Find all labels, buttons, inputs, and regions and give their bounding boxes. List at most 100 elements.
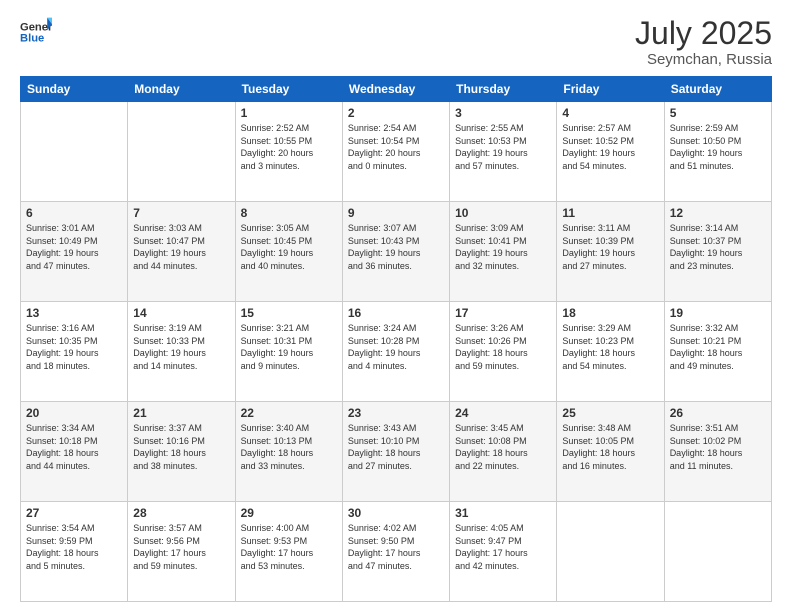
table-row: 20 Sunrise: 3:34 AM Sunset: 10:18 PM Dayl…	[21, 402, 128, 502]
table-row: 15 Sunrise: 3:21 AM Sunset: 10:31 PM Dayl…	[235, 302, 342, 402]
day-info: Sunrise: 3:16 AM Sunset: 10:35 PM Daylig…	[26, 322, 122, 372]
table-row	[128, 102, 235, 202]
month-title: July 2025	[635, 16, 772, 51]
logo-icon: General Blue	[20, 16, 52, 48]
day-info: Sunrise: 3:48 AM Sunset: 10:05 PM Daylig…	[562, 422, 658, 472]
day-number: 18	[562, 306, 658, 320]
table-row: 14 Sunrise: 3:19 AM Sunset: 10:33 PM Dayl…	[128, 302, 235, 402]
day-info: Sunrise: 3:34 AM Sunset: 10:18 PM Daylig…	[26, 422, 122, 472]
day-number: 29	[241, 506, 337, 520]
calendar-week-row: 1 Sunrise: 2:52 AM Sunset: 10:55 PM Dayli…	[21, 102, 772, 202]
title-block: July 2025 Seymchan, Russia	[635, 16, 772, 68]
logo: General Blue	[20, 16, 52, 48]
table-row: 25 Sunrise: 3:48 AM Sunset: 10:05 PM Dayl…	[557, 402, 664, 502]
day-info: Sunrise: 2:54 AM Sunset: 10:54 PM Daylig…	[348, 122, 444, 172]
day-info: Sunrise: 3:21 AM Sunset: 10:31 PM Daylig…	[241, 322, 337, 372]
day-info: Sunrise: 3:29 AM Sunset: 10:23 PM Daylig…	[562, 322, 658, 372]
day-info: Sunrise: 3:51 AM Sunset: 10:02 PM Daylig…	[670, 422, 766, 472]
day-info: Sunrise: 2:57 AM Sunset: 10:52 PM Daylig…	[562, 122, 658, 172]
table-row	[21, 102, 128, 202]
table-row: 26 Sunrise: 3:51 AM Sunset: 10:02 PM Dayl…	[664, 402, 771, 502]
day-number: 19	[670, 306, 766, 320]
table-row: 12Sunrise: 3:14 AM Sunset: 10:37 PM Dayl…	[664, 202, 771, 302]
day-number: 2	[348, 106, 444, 120]
table-row: 3 Sunrise: 2:55 AM Sunset: 10:53 PM Dayli…	[450, 102, 557, 202]
day-number: 25	[562, 406, 658, 420]
header-monday: Monday	[128, 77, 235, 102]
day-number: 15	[241, 306, 337, 320]
day-number: 20	[26, 406, 122, 420]
calendar-week-row: 6Sunrise: 3:01 AM Sunset: 10:49 PM Dayli…	[21, 202, 772, 302]
day-number: 23	[348, 406, 444, 420]
day-number: 31	[455, 506, 551, 520]
day-info: Sunrise: 3:54 AM Sunset: 9:59 PM Dayligh…	[26, 522, 122, 572]
header-wednesday: Wednesday	[342, 77, 449, 102]
header-tuesday: Tuesday	[235, 77, 342, 102]
day-info: Sunrise: 3:24 AM Sunset: 10:28 PM Daylig…	[348, 322, 444, 372]
table-row: 6Sunrise: 3:01 AM Sunset: 10:49 PM Dayli…	[21, 202, 128, 302]
header: General Blue July 2025 Seymchan, Russia	[20, 16, 772, 68]
day-number: 5	[670, 106, 766, 120]
table-row: 2 Sunrise: 2:54 AM Sunset: 10:54 PM Dayli…	[342, 102, 449, 202]
day-number: 24	[455, 406, 551, 420]
weekday-header-row: Sunday Monday Tuesday Wednesday Thursday…	[21, 77, 772, 102]
day-number: 7	[133, 206, 229, 220]
day-number: 17	[455, 306, 551, 320]
day-number: 1	[241, 106, 337, 120]
day-info: Sunrise: 3:11 AM Sunset: 10:39 PM Daylig…	[562, 222, 658, 272]
day-info: Sunrise: 3:19 AM Sunset: 10:33 PM Daylig…	[133, 322, 229, 372]
day-number: 13	[26, 306, 122, 320]
table-row: 1 Sunrise: 2:52 AM Sunset: 10:55 PM Dayli…	[235, 102, 342, 202]
day-info: Sunrise: 2:52 AM Sunset: 10:55 PM Daylig…	[241, 122, 337, 172]
table-row: 9Sunrise: 3:07 AM Sunset: 10:43 PM Dayli…	[342, 202, 449, 302]
table-row: 21 Sunrise: 3:37 AM Sunset: 10:16 PM Dayl…	[128, 402, 235, 502]
table-row: 23 Sunrise: 3:43 AM Sunset: 10:10 PM Dayl…	[342, 402, 449, 502]
day-info: Sunrise: 3:32 AM Sunset: 10:21 PM Daylig…	[670, 322, 766, 372]
header-sunday: Sunday	[21, 77, 128, 102]
table-row: 22 Sunrise: 3:40 AM Sunset: 10:13 PM Dayl…	[235, 402, 342, 502]
day-info: Sunrise: 3:45 AM Sunset: 10:08 PM Daylig…	[455, 422, 551, 472]
day-info: Sunrise: 4:00 AM Sunset: 9:53 PM Dayligh…	[241, 522, 337, 572]
table-row: 5 Sunrise: 2:59 AM Sunset: 10:50 PM Dayli…	[664, 102, 771, 202]
header-friday: Friday	[557, 77, 664, 102]
day-info: Sunrise: 3:37 AM Sunset: 10:16 PM Daylig…	[133, 422, 229, 472]
table-row: 10Sunrise: 3:09 AM Sunset: 10:41 PM Dayl…	[450, 202, 557, 302]
day-number: 27	[26, 506, 122, 520]
table-row: 17Sunrise: 3:26 AM Sunset: 10:26 PM Dayl…	[450, 302, 557, 402]
calendar-week-row: 27 Sunrise: 3:54 AM Sunset: 9:59 PM Dayli…	[21, 502, 772, 602]
location: Seymchan, Russia	[635, 51, 772, 68]
table-row: 30 Sunrise: 4:02 AM Sunset: 9:50 PM Dayli…	[342, 502, 449, 602]
table-row: 11 Sunrise: 3:11 AM Sunset: 10:39 PM Dayl…	[557, 202, 664, 302]
day-info: Sunrise: 2:59 AM Sunset: 10:50 PM Daylig…	[670, 122, 766, 172]
day-number: 21	[133, 406, 229, 420]
day-info: Sunrise: 3:43 AM Sunset: 10:10 PM Daylig…	[348, 422, 444, 472]
table-row: 28Sunrise: 3:57 AM Sunset: 9:56 PM Dayli…	[128, 502, 235, 602]
table-row: 27 Sunrise: 3:54 AM Sunset: 9:59 PM Dayli…	[21, 502, 128, 602]
day-number: 22	[241, 406, 337, 420]
table-row	[664, 502, 771, 602]
day-number: 26	[670, 406, 766, 420]
day-info: Sunrise: 3:40 AM Sunset: 10:13 PM Daylig…	[241, 422, 337, 472]
day-info: Sunrise: 2:55 AM Sunset: 10:53 PM Daylig…	[455, 122, 551, 172]
table-row	[557, 502, 664, 602]
header-thursday: Thursday	[450, 77, 557, 102]
day-number: 10	[455, 206, 551, 220]
table-row: 18 Sunrise: 3:29 AM Sunset: 10:23 PM Dayl…	[557, 302, 664, 402]
day-info: Sunrise: 4:05 AM Sunset: 9:47 PM Dayligh…	[455, 522, 551, 572]
table-row: 13 Sunrise: 3:16 AM Sunset: 10:35 PM Dayl…	[21, 302, 128, 402]
table-row: 4Sunrise: 2:57 AM Sunset: 10:52 PM Dayli…	[557, 102, 664, 202]
table-row: 16Sunrise: 3:24 AM Sunset: 10:28 PM Dayl…	[342, 302, 449, 402]
day-number: 30	[348, 506, 444, 520]
table-row: 24 Sunrise: 3:45 AM Sunset: 10:08 PM Dayl…	[450, 402, 557, 502]
day-info: Sunrise: 3:07 AM Sunset: 10:43 PM Daylig…	[348, 222, 444, 272]
day-number: 8	[241, 206, 337, 220]
table-row: 8Sunrise: 3:05 AM Sunset: 10:45 PM Dayli…	[235, 202, 342, 302]
day-number: 11	[562, 206, 658, 220]
day-number: 14	[133, 306, 229, 320]
table-row: 19 Sunrise: 3:32 AM Sunset: 10:21 PM Dayl…	[664, 302, 771, 402]
day-number: 3	[455, 106, 551, 120]
table-row: 29 Sunrise: 4:00 AM Sunset: 9:53 PM Dayli…	[235, 502, 342, 602]
day-info: Sunrise: 4:02 AM Sunset: 9:50 PM Dayligh…	[348, 522, 444, 572]
day-info: Sunrise: 3:14 AM Sunset: 10:37 PM Daylig…	[670, 222, 766, 272]
header-saturday: Saturday	[664, 77, 771, 102]
